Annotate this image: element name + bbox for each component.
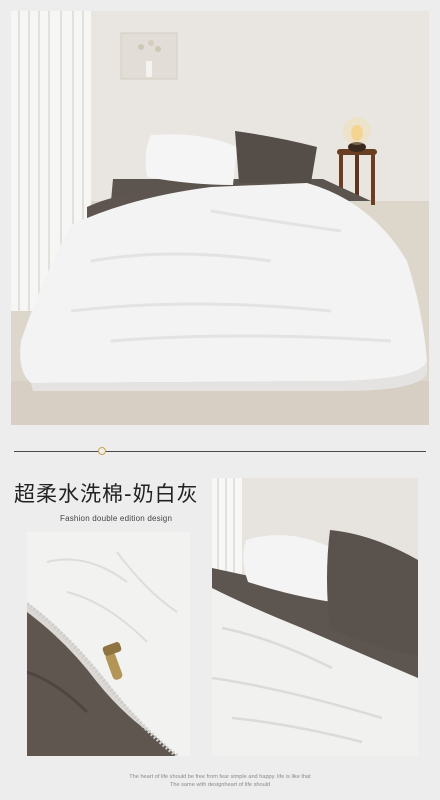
- bedroom-photo: [212, 478, 418, 756]
- footer-line-2: The same with designheart of life should: [169, 782, 271, 788]
- zipper-detail-photo: [27, 532, 190, 756]
- section-divider: [14, 446, 426, 458]
- product-title: 超柔水洗棉-奶白灰: [14, 482, 199, 506]
- footer-line-1: The heart of life should be free from fe…: [129, 774, 311, 780]
- divider-line: [14, 451, 426, 452]
- product-detail-page: 超柔水洗棉-奶白灰 Fashion double edition design: [0, 0, 440, 800]
- divider-dot: [98, 447, 106, 455]
- product-subtitle: Fashion double edition design: [60, 514, 173, 523]
- hero-bed-photo: [11, 11, 429, 425]
